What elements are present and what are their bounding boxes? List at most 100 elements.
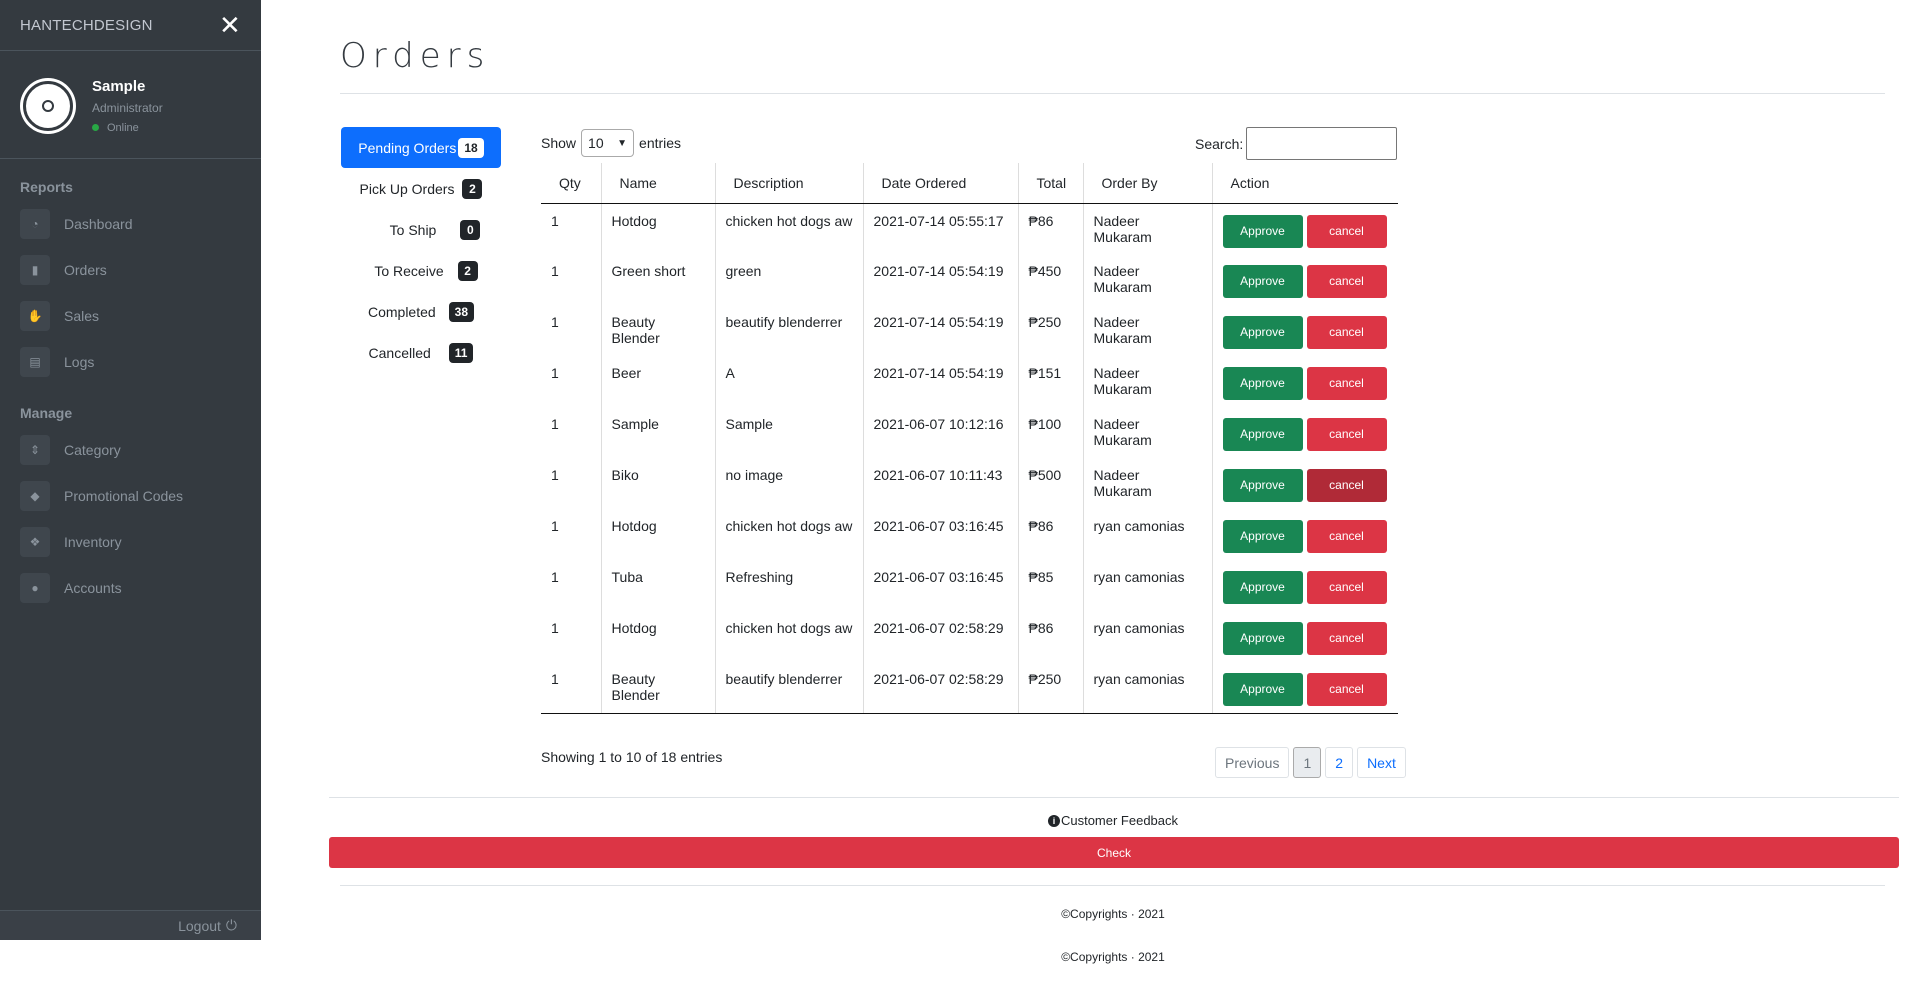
approve-button[interactable]: Approve: [1222, 367, 1303, 400]
action-cell: Approve cancel: [1212, 305, 1398, 356]
tab-completed[interactable]: Completed 38: [341, 291, 501, 332]
approve-button[interactable]: Approve: [1222, 520, 1303, 553]
order-by-cell: Nadeer Mukaram: [1083, 407, 1213, 458]
cancel-button[interactable]: cancel: [1306, 265, 1387, 298]
cancel-button[interactable]: cancel: [1306, 469, 1387, 502]
approve-button[interactable]: Approve: [1222, 622, 1303, 655]
cancel-button[interactable]: cancel: [1306, 520, 1387, 553]
table-row: 1 Green short green 2021-07-14 05:54:19 ₱450…: [541, 254, 1398, 305]
date-cell: 2021-06-07 03:16:45: [863, 560, 1019, 611]
sidebar-item-label: Logs: [64, 354, 95, 370]
sidebar-item-label: Orders: [64, 262, 107, 278]
sidebar-nav: Reports ◔ Dashboard ▮ Orders ✋ Sales ▤ L…: [0, 159, 261, 611]
total-cell: ₱86: [1018, 203, 1084, 254]
qty-cell: 1: [541, 611, 602, 662]
sidebar-item-category[interactable]: ⇕ Category: [0, 427, 261, 473]
approve-button[interactable]: Approve: [1222, 214, 1303, 248]
total-cell: ₱86: [1018, 611, 1084, 662]
sidebar: HANTECHDESIGN ✕ Sample Administrator Onl…: [0, 0, 261, 940]
description-cell: chicken hot dogs aw: [715, 509, 864, 560]
orders-table: Qty Name Description Date Ordered Total …: [541, 163, 1398, 714]
tab-to-ship[interactable]: To Ship 0: [341, 209, 501, 250]
nav-header-reports: Reports: [20, 179, 73, 195]
column-header-date-ordered[interactable]: Date Ordered: [863, 163, 1019, 204]
description-cell: chicken hot dogs aw: [715, 203, 864, 254]
sidebar-item-logs[interactable]: ▤ Logs: [0, 339, 261, 385]
user-role: Administrator: [92, 100, 163, 115]
cancel-button[interactable]: cancel: [1306, 214, 1387, 248]
search-input[interactable]: [1246, 127, 1398, 160]
cancel-button[interactable]: cancel: [1306, 316, 1387, 349]
column-header-qty[interactable]: Qty: [541, 163, 602, 204]
cancel-button[interactable]: cancel: [1306, 571, 1387, 604]
dropbox-icon: ❖: [20, 527, 50, 557]
tab-cancelled[interactable]: Cancelled 11: [341, 332, 501, 373]
sort-icon: ⇕: [20, 435, 50, 465]
name-cell: Beer: [601, 356, 716, 407]
qty-cell: 1: [541, 305, 602, 356]
qty-cell: 1: [541, 662, 602, 714]
description-cell: Sample: [715, 407, 864, 458]
qty-cell: 1: [541, 254, 602, 305]
approve-button[interactable]: Approve: [1222, 418, 1303, 451]
page-button-2[interactable]: 2: [1325, 747, 1354, 778]
user-status-label: Online: [107, 121, 139, 134]
previous-page-button[interactable]: Previous: [1215, 747, 1290, 778]
name-cell: Hotdog: [601, 509, 716, 560]
total-cell: ₱151: [1018, 356, 1084, 407]
tab-to-receive[interactable]: To Receive 2: [341, 250, 501, 291]
check-feedback-button[interactable]: Check: [329, 837, 1899, 868]
page-button-1[interactable]: 1: [1293, 747, 1322, 778]
tab-pending-orders[interactable]: Pending Orders 18: [341, 127, 501, 168]
column-header-order-by[interactable]: Order By: [1083, 163, 1213, 204]
sidebar-item-sales[interactable]: ✋ Sales: [0, 293, 261, 339]
close-sidebar-icon[interactable]: ✕: [219, 12, 241, 38]
cancel-button[interactable]: cancel: [1306, 673, 1387, 706]
column-header-total[interactable]: Total: [1018, 163, 1084, 204]
description-cell: Refreshing: [715, 560, 864, 611]
action-cell: Approve cancel: [1212, 407, 1398, 458]
sidebar-item-orders[interactable]: ▮ Orders: [0, 247, 261, 293]
sidebar-item-label: Sales: [64, 308, 100, 324]
table-info: Showing 1 to 10 of 18 entries: [541, 749, 723, 765]
count-badge: 2: [462, 178, 483, 199]
date-cell: 2021-07-14 05:54:19: [863, 305, 1019, 356]
table-row: 1 Beer A 2021-07-14 05:54:19 ₱151 Nadeer Muka…: [541, 356, 1398, 407]
status-tabs: Pending Orders 18 Pick Up Orders 2 To Sh…: [341, 127, 501, 373]
entries-select[interactable]: 10 ▼: [581, 129, 635, 157]
user-status: Online: [92, 122, 163, 134]
qty-cell: 1: [541, 509, 602, 560]
feedback-divider: [329, 797, 1899, 798]
sidebar-item-promotional-codes[interactable]: ◆ Promotional Codes: [0, 473, 261, 519]
chevron-down-icon: ▼: [617, 137, 628, 149]
date-cell: 2021-06-07 10:11:43: [863, 458, 1019, 509]
approve-button[interactable]: Approve: [1222, 673, 1303, 706]
date-cell: 2021-06-07 03:16:45: [863, 509, 1019, 560]
approve-button[interactable]: Approve: [1222, 469, 1303, 502]
approve-button[interactable]: Approve: [1222, 571, 1303, 604]
sidebar-item-inventory[interactable]: ❖ Inventory: [0, 519, 261, 565]
tab-pick-up-orders[interactable]: Pick Up Orders 2: [341, 168, 501, 209]
cancel-button[interactable]: cancel: [1306, 418, 1387, 451]
nav-header-manage: Manage: [20, 405, 73, 421]
name-cell: Biko: [601, 458, 716, 509]
sidebar-item-label: Accounts: [64, 580, 122, 596]
qty-cell: 1: [541, 407, 602, 458]
approve-button[interactable]: Approve: [1222, 265, 1303, 298]
name-cell: Hotdog: [601, 611, 716, 662]
cancel-button[interactable]: cancel: [1306, 367, 1387, 400]
search-control: Search:: [1195, 127, 1398, 160]
approve-button[interactable]: Approve: [1222, 316, 1303, 349]
next-page-button[interactable]: Next: [1357, 747, 1406, 778]
sidebar-item-accounts[interactable]: ● Accounts: [0, 565, 261, 611]
customer-feedback-heading: i Customer Feedback: [0, 813, 1920, 828]
column-header-name[interactable]: Name: [601, 163, 716, 204]
sidebar-item-dashboard[interactable]: ◔ Dashboard: [0, 201, 261, 247]
brand-bar: HANTECHDESIGN ✕: [0, 0, 261, 51]
table-header-row: Qty Name Description Date Ordered Total …: [541, 163, 1398, 204]
title-divider: [340, 93, 1885, 94]
qty-cell: 1: [541, 560, 602, 611]
column-header-description[interactable]: Description: [715, 163, 864, 204]
tab-label: To Ship: [389, 221, 437, 238]
cancel-button[interactable]: cancel: [1306, 622, 1387, 655]
